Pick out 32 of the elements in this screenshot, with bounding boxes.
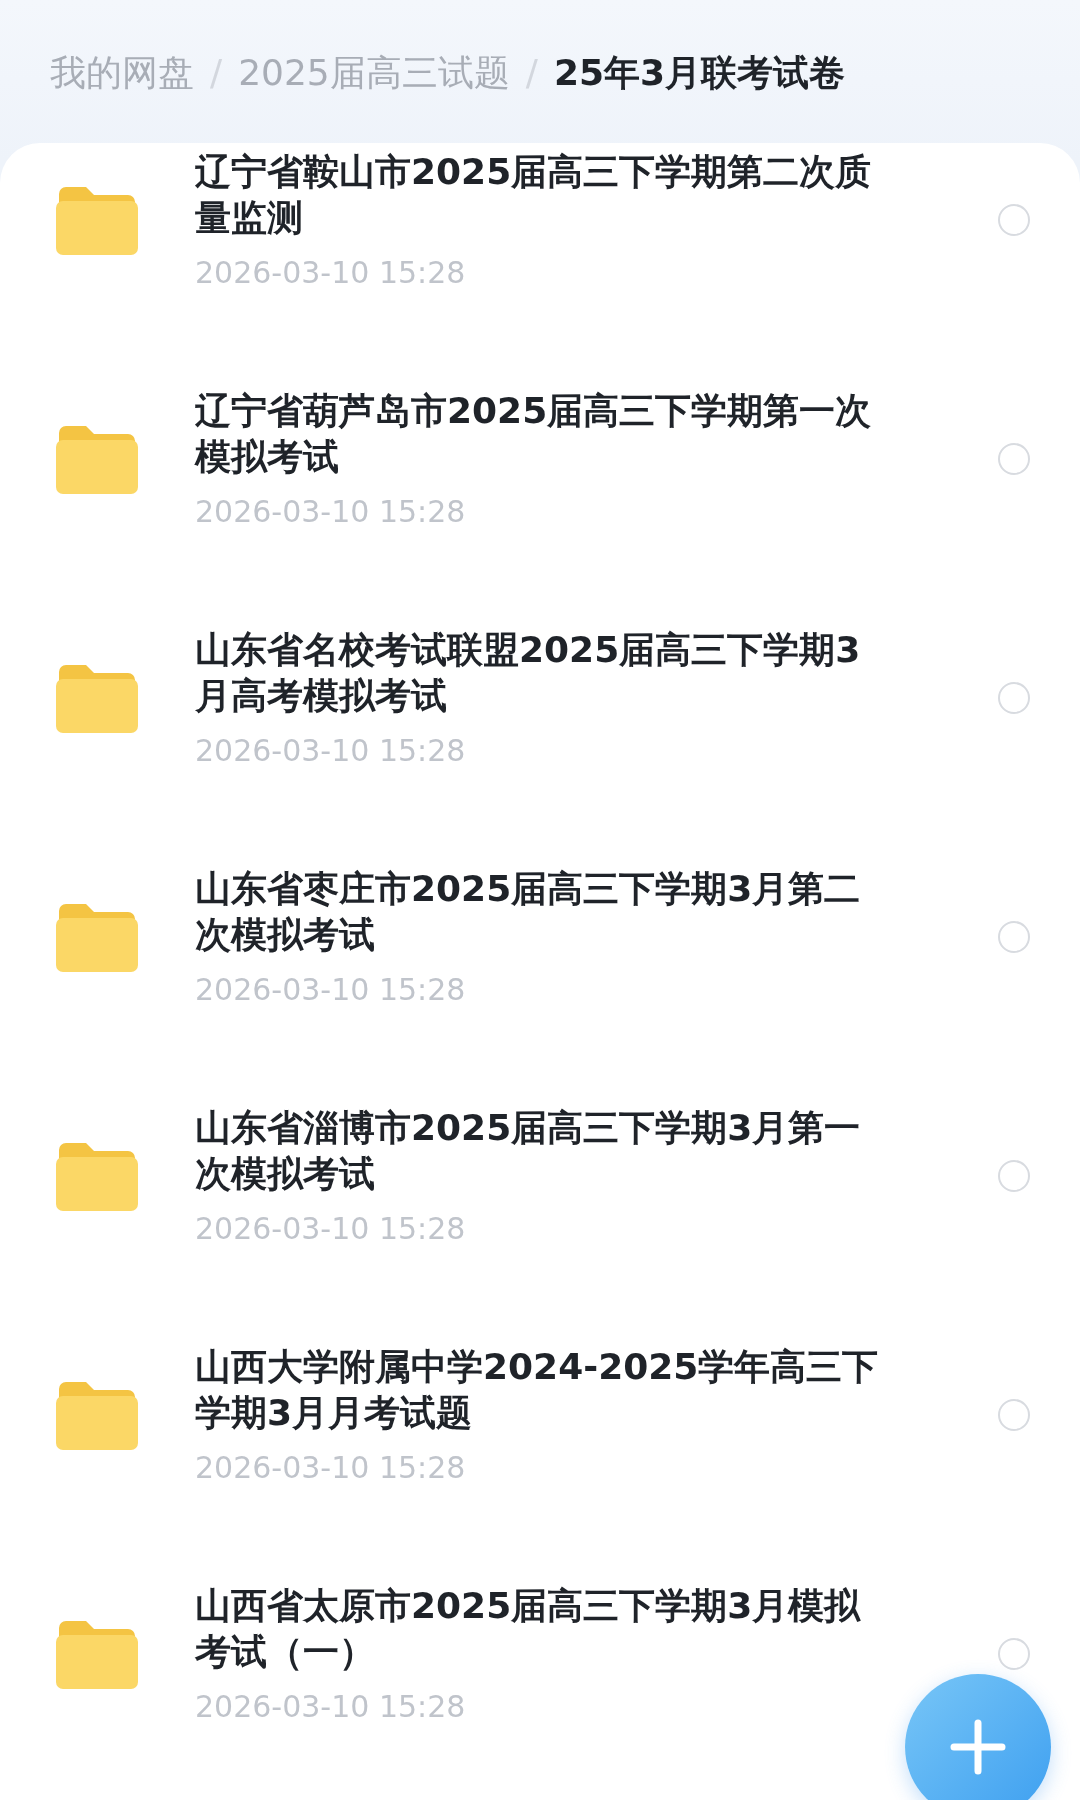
folder-name[interactable]: 山西大学附属中学2024-2025学年高三下学期3月月考试题 — [195, 1344, 895, 1436]
select-radio[interactable] — [998, 921, 1030, 953]
modified-date: 2026-03-10 15:28 — [195, 255, 467, 291]
folder-icon — [55, 423, 139, 495]
select-radio[interactable] — [998, 204, 1030, 236]
folder-name[interactable]: 山西省太原市2025届高三下学期3月模拟考试（一） — [195, 1583, 895, 1675]
folder-icon — [55, 1379, 139, 1451]
modified-date: 2026-03-10 15:28 — [195, 972, 467, 1008]
select-radio[interactable] — [998, 1160, 1030, 1192]
folder-icon — [55, 662, 139, 734]
breadcrumb-separator: / — [210, 51, 223, 95]
folder-name[interactable]: 辽宁省葫芦岛市2025届高三下学期第一次模拟考试 — [195, 388, 895, 480]
modified-date: 2026-03-10 15:28 — [195, 1211, 467, 1247]
breadcrumb-separator: / — [525, 51, 538, 95]
breadcrumb-link[interactable]: 25年3月联考试卷 — [553, 50, 846, 96]
folder-icon — [55, 184, 139, 256]
folder-icon — [55, 901, 139, 973]
select-radio[interactable] — [998, 443, 1030, 475]
folder-name[interactable]: 辽宁省鞍山市2025届高三下学期第二次质量监测 — [195, 149, 895, 241]
folder-icon — [55, 1618, 139, 1690]
modified-date: 2026-03-10 15:28 — [195, 1689, 467, 1725]
folder-icon — [55, 1140, 139, 1212]
folder-name[interactable]: 山东省名校考试联盟2025届高三下学期3月高考模拟考试 — [195, 627, 895, 719]
modified-date: 2026-03-10 15:28 — [195, 494, 467, 530]
plus-icon — [948, 1717, 1008, 1777]
folder-name[interactable]: 山东省枣庄市2025届高三下学期3月第二次模拟考试 — [195, 866, 895, 958]
select-radio[interactable] — [998, 682, 1030, 714]
select-radio[interactable] — [998, 1399, 1030, 1431]
folder-name[interactable]: 山东省淄博市2025届高三下学期3月第一次模拟考试 — [195, 1105, 895, 1197]
select-radio[interactable] — [998, 1638, 1030, 1670]
modified-date: 2026-03-10 15:28 — [195, 733, 467, 769]
modified-date: 2026-03-10 15:28 — [195, 1450, 467, 1486]
